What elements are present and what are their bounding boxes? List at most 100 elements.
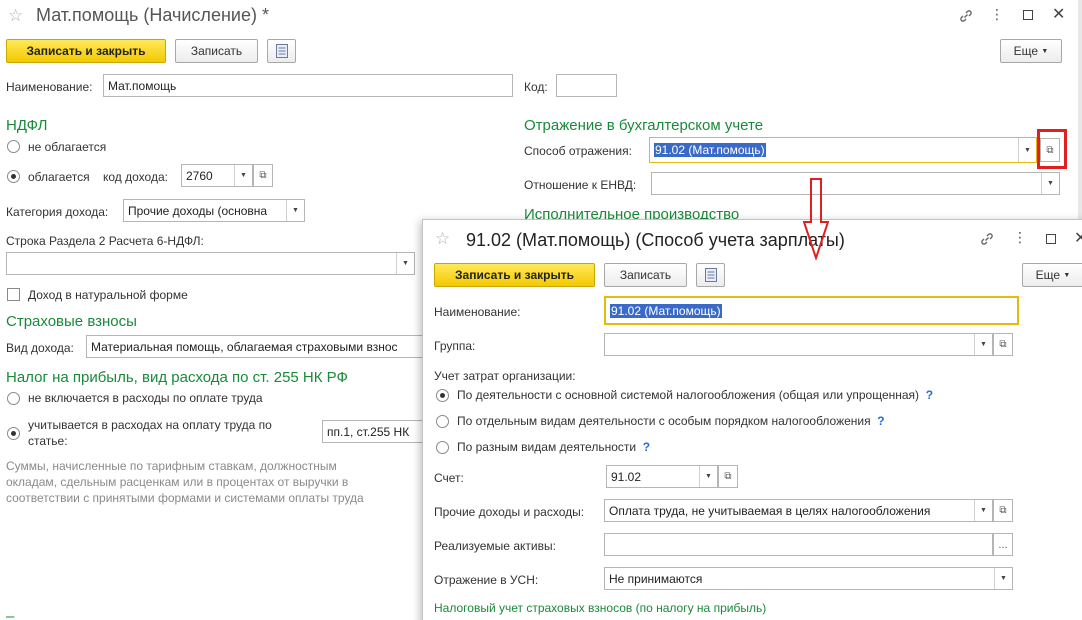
income-category-label: Категория дохода: xyxy=(6,205,109,219)
dropdown-arrow-icon[interactable]: ▼ xyxy=(974,334,992,355)
code-input[interactable] xyxy=(556,74,617,97)
income-category-select[interactable]: Прочие доходы (основна ▼ xyxy=(123,199,305,222)
ndfl-not-taxed-label: не облагается xyxy=(28,140,107,154)
included-radio[interactable] xyxy=(7,427,20,440)
document-list-icon xyxy=(704,268,717,282)
dropdown-arrow-icon[interactable]: ▼ xyxy=(1041,173,1059,194)
group-label: Группа: xyxy=(434,339,476,353)
article-note-line2: окладам, сдельным расценкам или в процен… xyxy=(6,475,349,489)
dropdown-arrow-icon[interactable]: ▼ xyxy=(286,200,304,221)
article-select[interactable]: пп.1, ст.255 НК xyxy=(322,420,426,443)
included-label-line1: учитывается в расходах на оплату труда п… xyxy=(28,418,272,432)
insurance-section-header: Страховые взносы xyxy=(6,313,137,330)
various-activities-label: По разным видам деятельности ? xyxy=(457,440,651,454)
open-icon[interactable]: ⧉ xyxy=(253,164,273,187)
close-icon[interactable]: ✕ xyxy=(1052,4,1065,24)
group-select[interactable]: ▼ xyxy=(604,333,993,356)
maximize-icon[interactable] xyxy=(1046,234,1056,244)
other-income-select[interactable]: Оплата труда, не учитываемая в целях нал… xyxy=(604,499,993,522)
ndfl-not-taxed-radio[interactable] xyxy=(7,140,20,153)
save-button[interactable]: Записать xyxy=(604,263,687,287)
dropdown-arrow-icon[interactable]: ▼ xyxy=(974,500,992,521)
favorite-star-icon[interactable]: ☆ xyxy=(435,229,450,249)
article-note-line1: Суммы, начисленные по тарифным ставкам, … xyxy=(6,459,337,473)
caret-down-icon: ▼ xyxy=(1041,47,1049,55)
account-method-dialog: ☆ 91.02 (Мат.помощь) (Способ учета зарпл… xyxy=(422,219,1082,620)
6ndfl-row-label: Строка Раздела 2 Расчета 6-НДФЛ: xyxy=(6,234,204,248)
favorite-star-icon[interactable]: ☆ xyxy=(8,6,23,26)
special-tax-label: По отдельным видам деятельности с особым… xyxy=(457,414,885,428)
account-select[interactable]: 91.02 ▼ xyxy=(606,465,718,488)
special-tax-radio[interactable] xyxy=(436,415,449,428)
open-icon[interactable]: ⧉ xyxy=(993,499,1013,522)
save-and-close-button[interactable]: Записать и закрыть xyxy=(434,263,595,287)
next-section-header: – xyxy=(6,608,15,620)
save-and-close-button[interactable]: Записать и закрыть xyxy=(6,39,166,63)
help-icon[interactable]: ? xyxy=(643,440,650,454)
envd-label: Отношение к ЕНВД: xyxy=(524,178,637,192)
natural-income-checkbox[interactable] xyxy=(7,288,20,301)
name-label: Наименование: xyxy=(6,80,93,94)
name-input[interactable]: 91.02 (Мат.помощь) xyxy=(604,296,1019,325)
open-icon[interactable]: ⧉ xyxy=(993,333,1013,356)
link-icon[interactable] xyxy=(979,231,995,247)
6ndfl-row-select[interactable]: ▼ xyxy=(6,252,415,275)
link-icon[interactable] xyxy=(958,8,974,24)
ndfl-taxed-radio[interactable] xyxy=(7,170,20,183)
caret-down-icon: ▼ xyxy=(1063,271,1071,279)
more-button[interactable]: Еще ▼ xyxy=(1000,39,1062,63)
report-button[interactable] xyxy=(267,39,296,63)
main-tax-system-radio[interactable] xyxy=(436,389,449,402)
save-button[interactable]: Записать xyxy=(175,39,258,63)
reflection-method-select[interactable]: 91.02 (Мат.помощь) ▼ xyxy=(649,137,1037,163)
envd-select[interactable]: ▼ xyxy=(651,172,1060,195)
dropdown-arrow-icon[interactable]: ▼ xyxy=(396,253,414,274)
accounting-section-header: Отражение в бухгалтерском учете xyxy=(524,117,764,134)
assets-label: Реализуемые активы: xyxy=(434,539,556,553)
main-tax-system-label: По деятельности с основной системой нало… xyxy=(457,388,934,402)
account-label: Счет: xyxy=(434,471,464,485)
more-button[interactable]: Еще ▼ xyxy=(1022,263,1082,287)
dropdown-arrow-icon[interactable]: ▼ xyxy=(1018,138,1036,162)
dropdown-arrow-icon[interactable]: ▼ xyxy=(234,165,252,186)
ellipsis-icon[interactable]: ... xyxy=(993,533,1013,556)
not-included-radio[interactable] xyxy=(7,392,20,405)
income-code-input[interactable]: 2760 ▼ xyxy=(181,164,253,187)
dropdown-arrow-icon[interactable]: ▼ xyxy=(994,568,1012,589)
income-type-label: Вид дохода: xyxy=(6,341,74,355)
scrollbar[interactable] xyxy=(1078,0,1082,220)
included-label-line2: статье: xyxy=(28,434,68,448)
name-input[interactable]: Мат.помощь xyxy=(103,74,513,97)
report-button[interactable] xyxy=(696,263,725,287)
ndfl-taxed-label: облагается xyxy=(28,170,90,184)
open-icon[interactable]: ⧉ xyxy=(718,465,738,488)
dropdown-arrow-icon[interactable]: ▼ xyxy=(699,466,717,487)
other-income-label: Прочие доходы и расходы: xyxy=(434,505,585,519)
close-icon[interactable]: ✕ xyxy=(1074,228,1082,248)
name-label: Наименование: xyxy=(434,305,521,319)
article-note-line3: соответствии с принятыми формами и систе… xyxy=(6,491,364,505)
usn-select[interactable]: Не принимаются ▼ xyxy=(604,567,1013,590)
dialog-title: 91.02 (Мат.помощь) (Способ учета зарплат… xyxy=(466,230,845,250)
reflection-method-label: Способ отражения: xyxy=(524,144,632,158)
window-title: Мат.помощь (Начисление) * xyxy=(36,5,269,25)
highlight-box xyxy=(1037,129,1067,169)
costs-label: Учет затрат организации: xyxy=(434,369,576,383)
help-icon[interactable]: ? xyxy=(877,414,884,428)
various-activities-radio[interactable] xyxy=(436,441,449,454)
not-included-label: не включается в расходы по оплате труда xyxy=(28,391,263,405)
more-vertical-icon[interactable]: ⋮ xyxy=(1013,229,1027,246)
usn-label: Отражение в УСН: xyxy=(434,573,539,587)
natural-income-label: Доход в натуральной форме xyxy=(28,288,188,302)
income-type-select[interactable]: Материальная помощь, облагаемая страховы… xyxy=(86,335,426,358)
more-vertical-icon[interactable]: ⋮ xyxy=(990,6,1004,23)
code-label: Код: xyxy=(524,80,548,94)
maximize-icon[interactable] xyxy=(1023,10,1033,20)
income-code-label: код дохода: xyxy=(103,170,168,184)
profit-tax-section-header: Налог на прибыль, вид расхода по ст. 255… xyxy=(6,369,348,386)
annotation-arrow-icon xyxy=(803,178,829,260)
assets-input[interactable] xyxy=(604,533,993,556)
help-icon[interactable]: ? xyxy=(926,388,933,402)
tax-insurance-link[interactable]: Налоговый учет страховых взносов (по нал… xyxy=(434,601,766,615)
document-list-icon xyxy=(275,44,288,58)
